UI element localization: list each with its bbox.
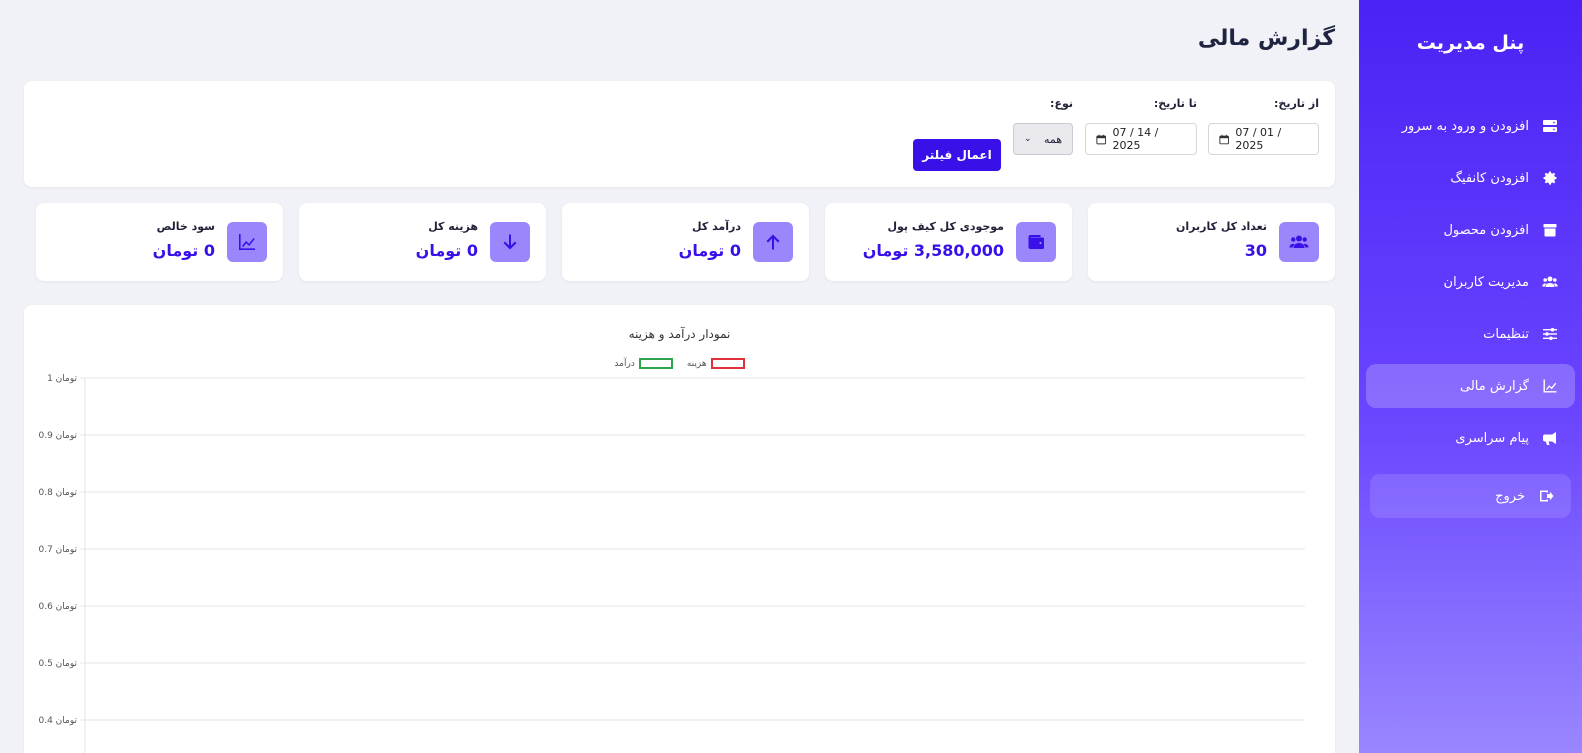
stat-value: 0 تومان	[415, 241, 478, 260]
sign-out-icon	[1537, 487, 1555, 505]
stat-card-wallet: موجودی کل کیف پول 3,580,000 تومان	[825, 203, 1072, 281]
y-tick-label: 0.7 تومان	[38, 545, 77, 555]
sidebar: پنل مدیریت افزودن و ورود به سرور افزودن …	[1359, 0, 1582, 753]
stat-label: تعداد کل کاربران	[1176, 220, 1267, 233]
stat-card-income: درآمد کل 0 تومان	[562, 203, 809, 281]
sidebar-item-financial-report[interactable]: گزارش مالی	[1366, 364, 1575, 408]
sidebar-item-users[interactable]: مدیریت کاربران	[1366, 260, 1575, 304]
y-tick-label: 0.8 تومان	[38, 488, 77, 498]
stat-card-net-profit: سود خالص 0 تومان	[36, 203, 283, 281]
stat-value: 0 تومان	[152, 241, 215, 260]
filter-card: از تاریخ: 07 / 01 / 2025 تا تاریخ: 07 / …	[24, 81, 1335, 187]
stat-card-users: تعداد کل کاربران 30	[1088, 203, 1335, 281]
type-label: نوع:	[1050, 97, 1073, 110]
to-date-value: 07 / 14 / 2025	[1112, 126, 1159, 152]
from-date-input[interactable]: 07 / 01 / 2025	[1208, 123, 1319, 155]
brand-title: پنل مدیریت	[1416, 32, 1525, 54]
chart-line-icon	[227, 222, 267, 262]
sidebar-item-config[interactable]: افزودن کانفیگ	[1366, 156, 1575, 200]
stat-value: 0 تومان	[678, 241, 741, 260]
sidebar-item-label: گزارش مالی	[1460, 378, 1529, 394]
chart-plot: 1 تومان 0.9 تومان 0.8 تومان 0.7 تومان 0.6 تو…	[38, 374, 1305, 753]
sidebar-item-label: افزودن کانفیگ	[1450, 170, 1529, 186]
y-tick-label: 1 تومان	[47, 374, 77, 384]
sidebar-item-product[interactable]: افزودن محصول	[1366, 208, 1575, 252]
chart-card: نمودار درآمد و هزینه هزینه درآمد 1 تومان…	[24, 305, 1335, 753]
sidebar-item-label: افزودن محصول	[1443, 222, 1529, 238]
arrow-up-icon	[753, 222, 793, 262]
chevron-down-icon: ⌄	[1024, 134, 1032, 144]
users-icon	[1541, 273, 1559, 291]
arrow-down-icon	[490, 222, 530, 262]
stat-value: 3,580,000 تومان	[862, 241, 1004, 260]
y-tick-label: 0.6 تومان	[38, 602, 77, 612]
stats-row: تعداد کل کاربران 30 موجودی کل کیف پول 3,…	[24, 203, 1335, 281]
stat-value: 30	[1244, 241, 1267, 260]
y-tick-label: 0.5 تومان	[38, 659, 77, 669]
sidebar-item-label: مدیریت کاربران	[1443, 274, 1529, 290]
sidebar-item-label: افزودن و ورود به سرور	[1401, 118, 1529, 134]
to-date-input[interactable]: 07 / 14 / 2025	[1085, 123, 1197, 155]
calendar-icon	[1219, 134, 1229, 144]
server-icon	[1541, 117, 1559, 135]
chart-line-icon	[1541, 377, 1559, 395]
box-icon	[1541, 221, 1559, 239]
to-date-label: تا تاریخ:	[1153, 97, 1197, 110]
logout-label: خروج	[1495, 488, 1525, 504]
page-title: گزارش مالی	[1197, 26, 1335, 51]
sidebar-nav: افزودن و ورود به سرور افزودن کانفیگ افزو…	[1359, 104, 1582, 518]
type-select[interactable]: همه ⌄	[1013, 123, 1073, 155]
calendar-icon	[1096, 134, 1107, 144]
gear-icon	[1541, 169, 1559, 187]
stat-label: سود خالص	[156, 220, 215, 233]
wallet-icon	[1016, 222, 1056, 262]
stat-card-expense: هزینه کل 0 تومان	[299, 203, 546, 281]
apply-filter-button[interactable]: اعمال فیلتر	[913, 139, 1001, 171]
main-content: گزارش مالی از تاریخ: 07 / 01 / 2025 تا ت…	[24, 0, 1335, 753]
sidebar-item-settings[interactable]: تنظیمات	[1366, 312, 1575, 356]
stat-label: هزینه کل	[428, 220, 478, 233]
from-date-label: از تاریخ:	[1274, 97, 1319, 110]
type-select-value: همه	[1043, 132, 1062, 146]
sidebar-item-server[interactable]: افزودن و ورود به سرور	[1366, 104, 1575, 148]
y-tick-label: 0.4 تومان	[38, 716, 77, 726]
sidebar-item-broadcast[interactable]: پیام سراسری	[1366, 416, 1575, 460]
logout-button[interactable]: خروج	[1370, 474, 1571, 518]
users-icon	[1279, 222, 1319, 262]
y-tick-label: 0.9 تومان	[38, 431, 77, 441]
stat-label: موجودی کل کیف پول	[887, 220, 1004, 233]
megaphone-icon	[1541, 429, 1559, 447]
from-date-value: 07 / 01 / 2025	[1235, 126, 1282, 152]
sidebar-item-label: تنظیمات	[1483, 326, 1529, 342]
stat-label: درآمد کل	[692, 220, 741, 233]
sliders-icon	[1541, 325, 1559, 343]
sidebar-item-label: پیام سراسری	[1455, 430, 1529, 446]
